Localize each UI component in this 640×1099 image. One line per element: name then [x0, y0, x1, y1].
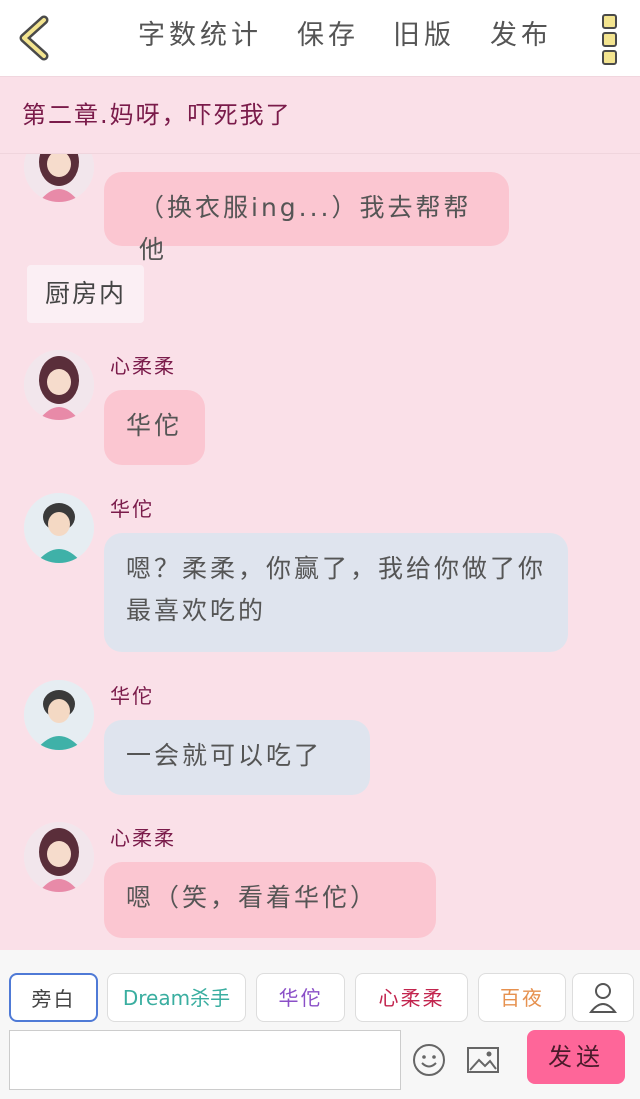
message-bubble[interactable]: 华佗 — [104, 390, 205, 465]
user-icon — [588, 983, 618, 1013]
message-bubble[interactable]: （换衣服ing...）我去帮帮他 — [104, 172, 509, 264]
image-icon — [467, 1047, 499, 1073]
avatar[interactable] — [24, 493, 94, 563]
publish-button[interactable]: 发布 — [490, 16, 552, 56]
emoji-icon — [413, 1044, 445, 1076]
avatar[interactable] — [24, 680, 94, 750]
emoji-button[interactable] — [411, 1042, 447, 1078]
role-button-dream[interactable]: Dream杀手 — [107, 973, 246, 1022]
chapter-header: 第二章.妈呀，吓死我了 — [0, 77, 640, 154]
back-button[interactable] — [14, 14, 58, 62]
avatar[interactable] — [24, 154, 94, 202]
chat-area[interactable]: （换衣服ing...）我去帮帮他 厨房内 心柔柔 华佗 华佗 嗯？柔柔，你赢了，… — [0, 154, 640, 950]
role-button-narrator[interactable]: 旁白 — [9, 973, 98, 1022]
message-bubble[interactable]: 嗯（笑，看着华佗） — [104, 862, 436, 938]
message-input[interactable] — [9, 1030, 401, 1090]
avatar-girl-icon — [24, 350, 94, 420]
save-button[interactable]: 保存 — [297, 16, 359, 56]
role-button-baiye[interactable]: 百夜 — [478, 973, 566, 1022]
word-count-button[interactable]: 字数统计 — [138, 16, 262, 56]
old-version-button[interactable]: 旧版 — [393, 16, 455, 56]
avatar-boy-icon — [24, 680, 94, 750]
more-vertical-icon[interactable] — [602, 14, 618, 65]
chevron-left-icon — [19, 15, 49, 61]
image-button[interactable] — [465, 1042, 501, 1078]
avatar[interactable] — [24, 350, 94, 420]
composer-bar: 旁白 Dream杀手 华佗 心柔柔 百夜 发送 — [0, 950, 640, 1099]
send-button[interactable]: 发送 — [527, 1030, 625, 1084]
chapter-title: 第二章.妈呀，吓死我了 — [22, 101, 292, 129]
speaker-name: 心柔柔 — [110, 826, 176, 850]
speaker-name: 心柔柔 — [110, 354, 176, 378]
add-role-button[interactable] — [572, 973, 634, 1022]
speaker-name: 华佗 — [110, 684, 154, 708]
message-bubble[interactable]: 一会就可以吃了 — [104, 720, 370, 795]
role-button-huatuo[interactable]: 华佗 — [256, 973, 345, 1022]
message-bubble[interactable]: 嗯？柔柔，你赢了，我给你做了你最喜欢吃的 — [104, 533, 568, 652]
avatar-boy-icon — [24, 493, 94, 563]
avatar-girl-icon — [24, 154, 94, 202]
avatar-girl-icon — [24, 822, 94, 892]
avatar[interactable] — [24, 822, 94, 892]
scene-tag[interactable]: 厨房内 — [27, 265, 144, 323]
top-bar: 字数统计 保存 旧版 发布 — [0, 0, 640, 77]
role-button-xinrourou[interactable]: 心柔柔 — [355, 973, 468, 1022]
speaker-name: 华佗 — [110, 497, 154, 521]
